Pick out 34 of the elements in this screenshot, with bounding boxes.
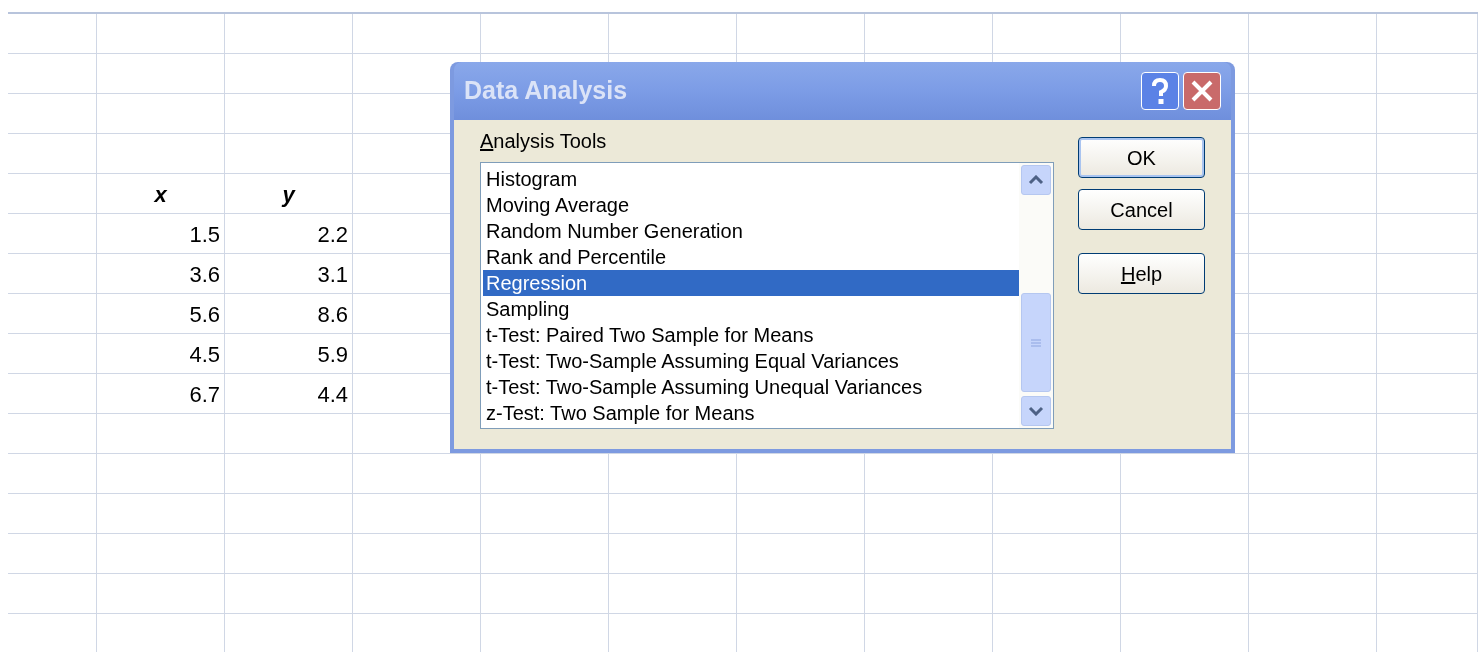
scrollbar[interactable] <box>1019 163 1053 428</box>
ok-button[interactable]: OK <box>1078 137 1205 178</box>
list-label: Analysis Tools <box>480 129 608 154</box>
cancel-button[interactable]: Cancel <box>1078 189 1205 230</box>
list-item[interactable]: Regression <box>483 270 1019 296</box>
list-item[interactable]: Histogram <box>483 166 1019 192</box>
list-item[interactable]: z-Test: Two Sample for Means <box>483 400 1019 426</box>
list-item[interactable]: Sampling <box>483 296 1019 322</box>
list-item[interactable]: t-Test: Two-Sample Assuming Equal Variances <box>483 348 1019 374</box>
table-cell: 5.6 <box>97 294 225 334</box>
analysis-tools-list[interactable] <box>480 162 1054 429</box>
table-cell: 4.5 <box>97 334 225 374</box>
window-title: Data Analysis <box>464 75 628 107</box>
list-item[interactable]: t-Test: Paired Two Sample for Means <box>483 322 1019 348</box>
list-item[interactable]: t-Test: Two-Sample Assuming Unequal Variances <box>483 374 1019 400</box>
table-cell: 2.2 <box>225 214 353 254</box>
list-item[interactable]: Random Number Generation <box>483 218 1019 244</box>
scroll-down-icon[interactable] <box>1021 396 1051 426</box>
list-item[interactable]: Moving Average <box>483 192 1019 218</box>
table-cell: 3.1 <box>225 254 353 294</box>
table-cell: x <box>97 174 225 214</box>
table-cell: 4.4 <box>225 374 353 414</box>
table-cell: 1.5 <box>97 214 225 254</box>
table-cell: 5.9 <box>225 334 353 374</box>
help-icon[interactable] <box>1141 72 1179 110</box>
help-button[interactable]: Help <box>1078 253 1205 294</box>
table-cell: y <box>225 174 353 214</box>
table-cell: 3.6 <box>97 254 225 294</box>
close-icon[interactable] <box>1183 72 1221 110</box>
list-item[interactable]: Rank and Percentile <box>483 244 1019 270</box>
table-cell: 6.7 <box>97 374 225 414</box>
scroll-thumb[interactable] <box>1021 293 1051 392</box>
table-cell: 8.6 <box>225 294 353 334</box>
scroll-up-icon[interactable] <box>1021 165 1051 195</box>
